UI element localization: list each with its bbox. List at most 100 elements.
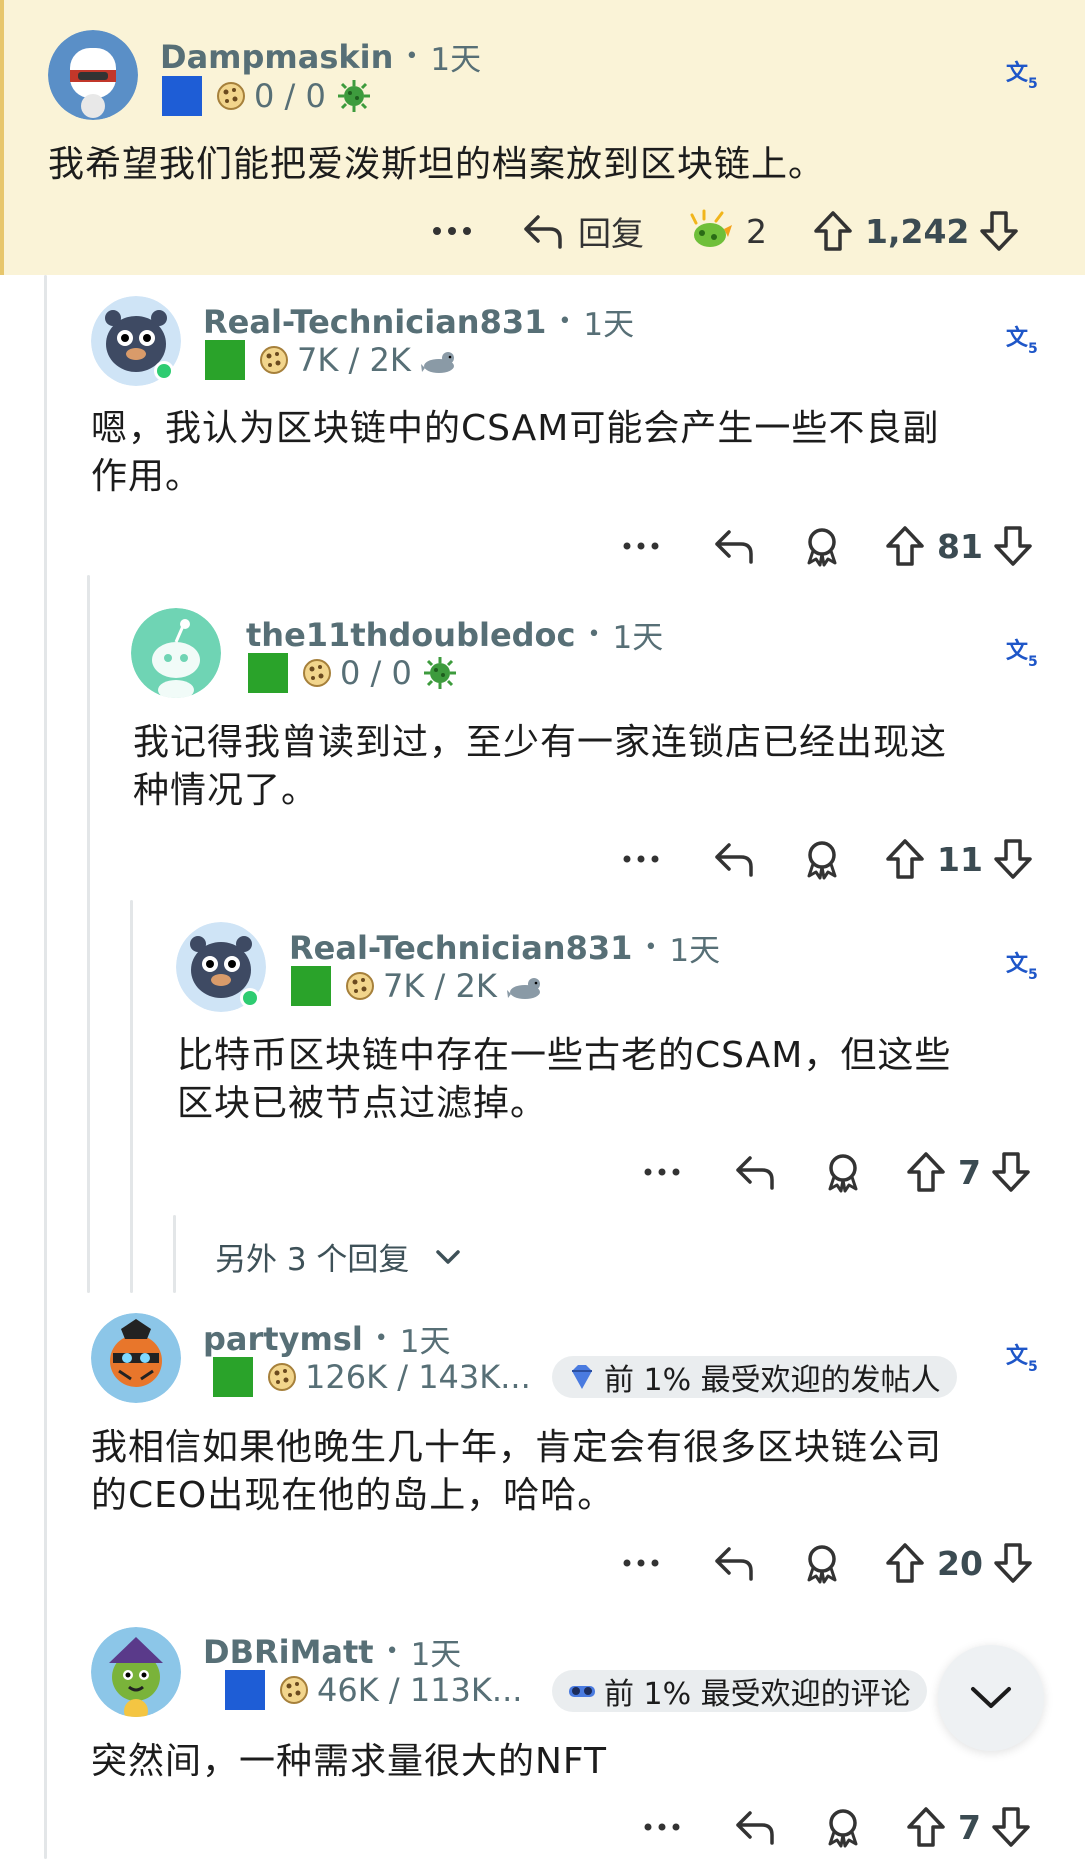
translate-icon[interactable]: 文5 [1006, 638, 1040, 668]
top-poster-badge[interactable]: 前 1% 最受欢迎的发帖人 [552, 1356, 957, 1398]
comment-body: 我记得我曾读到过，至少有一家连锁店已经出现这 种情况了。 [133, 719, 947, 815]
reply-button[interactable] [711, 526, 755, 566]
downvote-button[interactable] [993, 525, 1033, 567]
username[interactable]: Real-Technician831 [289, 929, 632, 967]
downvote-button[interactable] [993, 838, 1033, 880]
timestamp: 1天 [583, 307, 635, 343]
more-options-button[interactable] [432, 226, 472, 236]
upvote-icon [907, 1152, 945, 1192]
upvote-button[interactable] [813, 210, 853, 252]
comment-body: 突然间，一种需求量很大的NFT [91, 1738, 607, 1786]
upvote-icon [907, 1807, 945, 1847]
award-icon [690, 209, 732, 247]
avatar[interactable] [91, 1627, 181, 1717]
comment-header: Dampmaskin • 1天 [160, 34, 481, 79]
scroll-next-button[interactable] [938, 1645, 1044, 1751]
username[interactable]: Dampmaskin [160, 38, 393, 76]
vote-count: 7 [958, 1807, 981, 1847]
upvote-button[interactable] [906, 1151, 946, 1193]
translate-icon[interactable]: 文5 [1006, 325, 1040, 355]
username[interactable]: Real-Technician831 [203, 303, 546, 341]
reply-icon [736, 1156, 774, 1190]
downvote-button[interactable] [991, 1151, 1031, 1193]
upvote-button[interactable] [906, 1806, 946, 1848]
timestamp: 1天 [669, 933, 721, 969]
comment-actions: 20 [623, 1542, 1033, 1584]
ellipsis-icon [623, 542, 659, 550]
reply-icon [524, 215, 562, 249]
karma: 7K / 2K [383, 967, 497, 1005]
cookie-icon [217, 82, 245, 110]
more-replies-button[interactable]: 另外 3 个回复 [215, 1234, 461, 1279]
more-options-button[interactable] [623, 1558, 659, 1568]
reply-button[interactable]: 回复 [520, 207, 644, 255]
more-options-button[interactable] [644, 1822, 680, 1832]
upvote-button[interactable] [885, 838, 925, 880]
comment-actions: 7 [644, 1151, 1031, 1193]
downvote-button[interactable] [979, 210, 1019, 252]
upvote-button[interactable] [885, 525, 925, 567]
comment-body: 比特币区块链中存在一些古老的CSAM，但这些 区块已被节点过滤掉。 [177, 1032, 951, 1128]
translate-icon[interactable]: 文5 [1006, 951, 1040, 981]
badge-label: 前 1% 最受欢迎的发帖人 [604, 1363, 941, 1398]
reply-button[interactable] [711, 1543, 755, 1583]
comment-body: 我相信如果他晚生几十年，肯定会有很多区块链公司 的CEO出现在他的岛上，哈哈。 [91, 1424, 942, 1520]
flair-square [213, 1357, 253, 1397]
reply-button[interactable] [711, 839, 755, 879]
upvote-button[interactable] [885, 1542, 925, 1584]
reply-icon [736, 1811, 774, 1845]
username[interactable]: DBRiMatt [203, 1633, 374, 1671]
cookie-icon [303, 659, 331, 687]
flair-square [291, 966, 331, 1006]
ellipsis-icon [623, 855, 659, 863]
reply-button[interactable] [732, 1807, 776, 1847]
username[interactable]: partymsl [203, 1320, 363, 1358]
award-button[interactable] [822, 1806, 864, 1848]
award-button[interactable] [801, 525, 843, 567]
downvote-button[interactable] [991, 1806, 1031, 1848]
username[interactable]: the11thdoubledoc [246, 616, 576, 654]
top-commenter-badge[interactable]: 前 1% 最受欢迎的评论 [552, 1670, 927, 1712]
comment-header: Real-Technician831 • 1天 [289, 925, 720, 970]
karma: 46K / 113K... [317, 1671, 523, 1709]
svg-text:文: 文 [1006, 951, 1029, 977]
award-button[interactable] [801, 838, 843, 880]
user-flair: 126K / 143K... [213, 1357, 531, 1397]
award-button[interactable]: 2 [688, 209, 767, 253]
cookie-icon [280, 1676, 308, 1704]
comment-header: partymsl • 1天 [203, 1316, 451, 1361]
award-button[interactable] [801, 1542, 843, 1584]
reply-button[interactable] [732, 1152, 776, 1192]
thread-line-level1 [44, 275, 47, 1859]
comment-header: the11thdoubledoc • 1天 [246, 612, 663, 657]
diamond-icon [572, 1365, 592, 1389]
goggles-icon [569, 1686, 595, 1697]
comment-body: 我希望我们能把爱泼斯坦的档案放到区块链上。 [48, 144, 826, 185]
translate-icon[interactable]: 文5 [1006, 1343, 1040, 1373]
comment-body-line: 种情况了。 [133, 770, 319, 811]
more-options-button[interactable] [623, 541, 659, 551]
svg-text:5: 5 [1028, 967, 1038, 981]
downvote-icon [992, 1807, 1030, 1847]
more-options-button[interactable] [644, 1167, 680, 1177]
flair-square [205, 340, 245, 380]
thread-line-level4 [173, 1215, 176, 1293]
ellipsis-icon [623, 1559, 659, 1567]
award-count: 2 [746, 211, 767, 251]
avatar[interactable] [48, 30, 138, 120]
translate-icon[interactable]: 文5 [1006, 60, 1040, 90]
karma: 126K / 143K... [305, 1358, 531, 1396]
avatar[interactable] [91, 1313, 181, 1403]
flair-square [162, 76, 202, 116]
ellipsis-icon [644, 1168, 680, 1176]
reply-icon [715, 1547, 753, 1581]
downvote-button[interactable] [993, 1542, 1033, 1584]
karma: 0 / 0 [340, 654, 412, 692]
user-flair: 0 / 0 [162, 76, 372, 116]
cookie-icon [260, 346, 288, 374]
more-options-button[interactable] [623, 854, 659, 864]
downvote-icon [980, 211, 1019, 251]
svg-text:5: 5 [1028, 76, 1038, 90]
award-button[interactable] [822, 1151, 864, 1193]
avatar[interactable] [131, 608, 221, 698]
